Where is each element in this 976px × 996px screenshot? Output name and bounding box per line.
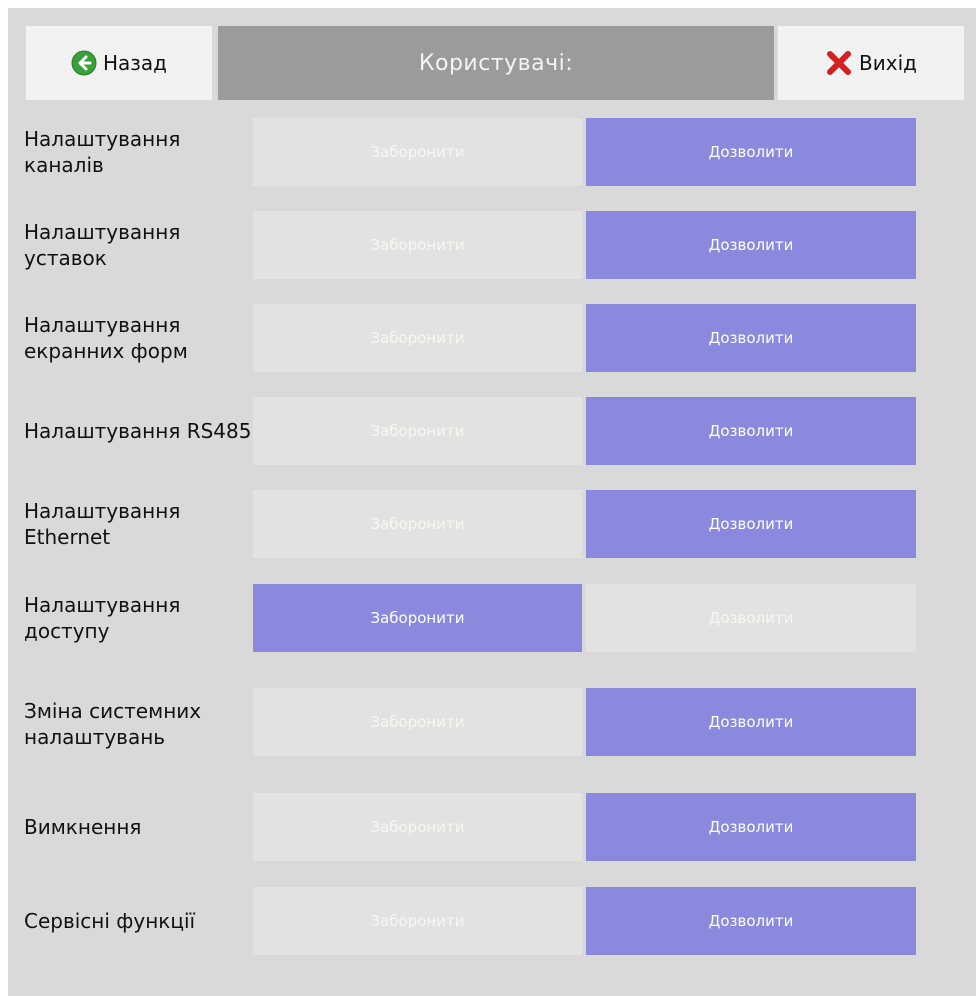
allow-button[interactable]: Дозволити bbox=[586, 887, 916, 955]
permission-label: Вимкнення bbox=[24, 815, 142, 839]
exit-label: Вихід bbox=[859, 51, 917, 75]
permission-label: Налаштування RS485 bbox=[24, 419, 252, 443]
permission-label: Зміна системних налаштувань bbox=[24, 699, 202, 749]
back-label: Назад bbox=[102, 51, 167, 75]
permission-label: Налаштування Ethernet bbox=[24, 499, 181, 549]
allow-button[interactable]: Дозволити bbox=[586, 211, 916, 279]
deny-button[interactable]: Заборонити bbox=[253, 887, 582, 955]
deny-button[interactable]: Заборонити bbox=[253, 490, 582, 558]
deny-button[interactable]: Заборонити bbox=[253, 211, 582, 279]
back-arrow-icon bbox=[71, 50, 97, 76]
settings-panel: Назад Користувачі: Вихід Налаштування ка… bbox=[8, 8, 976, 996]
permission-label: Налаштування уставок bbox=[24, 220, 181, 270]
allow-button[interactable]: Дозволити bbox=[586, 490, 916, 558]
deny-button[interactable]: Заборонити bbox=[253, 688, 582, 756]
page-title: Користувачі: bbox=[218, 26, 774, 100]
deny-button[interactable]: Заборонити bbox=[253, 793, 582, 861]
permission-label: Налаштування доступу bbox=[24, 593, 181, 643]
permission-label: Налаштування екранних форм bbox=[24, 313, 188, 363]
close-x-icon bbox=[825, 49, 853, 77]
allow-button[interactable]: Дозволити bbox=[586, 304, 916, 372]
deny-button[interactable]: Заборонити bbox=[253, 118, 582, 186]
exit-button[interactable]: Вихід bbox=[778, 26, 964, 100]
deny-button[interactable]: Заборонити bbox=[253, 397, 582, 465]
permission-label: Налаштування каналів bbox=[24, 127, 181, 177]
allow-button[interactable]: Дозволити bbox=[586, 584, 916, 652]
permission-label: Сервісні функції bbox=[24, 909, 196, 933]
deny-button[interactable]: Заборонити bbox=[253, 584, 582, 652]
allow-button[interactable]: Дозволити bbox=[586, 397, 916, 465]
allow-button[interactable]: Дозволити bbox=[586, 688, 916, 756]
allow-button[interactable]: Дозволити bbox=[586, 793, 916, 861]
back-button[interactable]: Назад bbox=[26, 26, 212, 100]
allow-button[interactable]: Дозволити bbox=[586, 118, 916, 186]
deny-button[interactable]: Заборонити bbox=[253, 304, 582, 372]
